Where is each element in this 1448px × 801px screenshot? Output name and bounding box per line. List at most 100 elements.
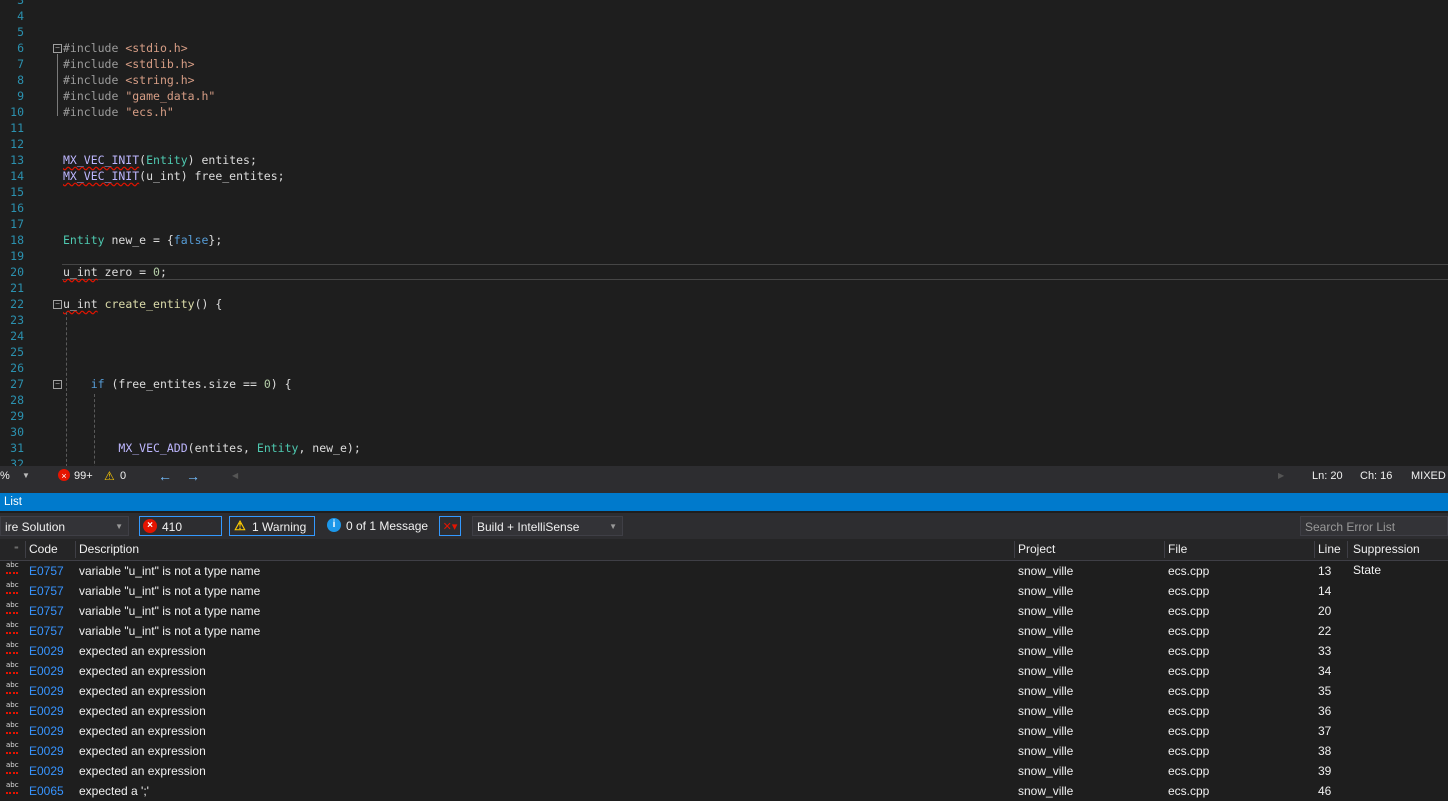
error-project: snow_ville <box>1018 644 1074 658</box>
table-row[interactable]: abc E0757 variable "u_int" is not a type n… <box>0 561 1448 581</box>
column-separator[interactable] <box>1164 541 1165 558</box>
code-line[interactable]: 28 <box>0 392 1448 408</box>
code-line[interactable]: 27 if (free_entites.size == 0) { <box>0 376 1448 392</box>
table-row[interactable]: abc E0065 expected a ';' snow_ville ecs.cpp 4… <box>0 781 1448 801</box>
error-description: expected an expression <box>79 764 206 778</box>
arrow-right-icon[interactable]: → <box>186 466 200 486</box>
table-row[interactable]: abc E0029 expected an expression snow_ville… <box>0 701 1448 721</box>
code-line[interactable]: 15 <box>0 184 1448 200</box>
code-editor[interactable]: 3 4 5 6 #include <stdio.h> 7 #include <stdlib.… <box>0 0 1448 466</box>
code-line[interactable]: 25 <box>0 344 1448 360</box>
error-code-link[interactable]: E0029 <box>29 701 64 721</box>
table-row[interactable]: abc E0029 expected an expression snow_ville… <box>0 681 1448 701</box>
code-line[interactable]: 29 <box>0 408 1448 424</box>
code-line[interactable]: 12 <box>0 136 1448 152</box>
error-code-link[interactable]: E0757 <box>29 581 64 601</box>
code-line[interactable]: 6 #include <stdio.h> <box>0 40 1448 56</box>
code-line[interactable]: 26 <box>0 360 1448 376</box>
scroll-left-icon[interactable]: ◀ <box>232 466 238 486</box>
search-error-list-input[interactable]: Search Error List <box>1300 516 1448 536</box>
table-row[interactable]: abc E0757 variable "u_int" is not a type n… <box>0 581 1448 601</box>
error-code-link[interactable]: E0029 <box>29 761 64 781</box>
code-line[interactable]: 30 <box>0 424 1448 440</box>
error-line: 13 <box>1318 564 1332 578</box>
code-line[interactable]: 16 <box>0 200 1448 216</box>
code-line[interactable]: 9 #include "game_data.h" <box>0 88 1448 104</box>
code-line[interactable]: 19 <box>0 248 1448 264</box>
messages-filter-button[interactable]: i 0 of 1 Message <box>322 516 432 536</box>
column-file[interactable]: File <box>1168 539 1187 560</box>
error-count[interactable]: 99+ <box>74 466 93 486</box>
code-line[interactable]: 8 #include <string.h> <box>0 72 1448 88</box>
table-row[interactable]: abc E0029 expected an expression snow_ville… <box>0 661 1448 681</box>
error-code-link[interactable]: E0029 <box>29 641 64 661</box>
code-line[interactable]: 4 <box>0 8 1448 24</box>
build-source-combo[interactable]: Build + IntelliSense ▼ <box>472 516 623 536</box>
code-line[interactable]: 24 <box>0 328 1448 344</box>
error-project: snow_ville <box>1018 784 1074 798</box>
code-line[interactable]: 21 <box>0 280 1448 296</box>
error-code-link[interactable]: E0029 <box>29 681 64 701</box>
clear-filter-icon[interactable]: ✕▾ <box>439 516 461 536</box>
column-separator[interactable] <box>1314 541 1315 558</box>
code-line[interactable]: 3 <box>0 0 1448 8</box>
error-code-link[interactable]: E0029 <box>29 721 64 741</box>
abc-squiggle-icon: abc <box>6 561 20 574</box>
error-code-link[interactable]: E0029 <box>29 741 64 761</box>
table-row[interactable]: abc E0029 expected an expression snow_ville… <box>0 721 1448 741</box>
line-number: 4 <box>17 9 24 23</box>
error-file: ecs.cpp <box>1168 704 1210 718</box>
scroll-right-icon[interactable]: ▶ <box>1278 466 1284 486</box>
errors-filter-button[interactable]: × 410 Errors <box>139 516 222 554</box>
warnings-filter-button[interactable]: ⚠ 1 Warning <box>229 516 315 536</box>
code-line[interactable]: 11 <box>0 120 1448 136</box>
collapse-icon[interactable]: − <box>53 380 62 389</box>
collapse-icon[interactable]: − <box>53 44 62 53</box>
table-row[interactable]: abc E0029 expected an expression snow_ville… <box>0 761 1448 781</box>
table-row[interactable]: abc E0029 expected an expression snow_ville… <box>0 741 1448 761</box>
error-code-link[interactable]: E0757 <box>29 561 64 581</box>
column-separator[interactable] <box>1014 541 1015 558</box>
table-row[interactable]: abc E0029 expected an expression snow_ville… <box>0 641 1448 661</box>
column-code[interactable]: Code <box>29 539 58 560</box>
code-line[interactable]: 20 u_int zero = 0; <box>0 264 1448 280</box>
code-line[interactable]: 5 <box>0 24 1448 40</box>
column-project[interactable]: Project <box>1018 539 1055 560</box>
code-line[interactable]: 23 <box>0 312 1448 328</box>
line-number: 13 <box>10 153 24 167</box>
column-chooser-icon[interactable]: ⁼ <box>14 539 19 560</box>
chevron-down-icon[interactable]: ▼ <box>22 466 30 486</box>
error-code-link[interactable]: E0757 <box>29 621 64 641</box>
code-line[interactable]: 31 MX_VEC_ADD(entites, Entity, new_e); <box>0 440 1448 456</box>
table-row[interactable]: abc E0757 variable "u_int" is not a type n… <box>0 621 1448 641</box>
code-line[interactable]: 18 Entity new_e = {false}; <box>0 232 1448 248</box>
zoom-level[interactable]: % <box>0 466 10 486</box>
collapse-icon[interactable]: − <box>53 300 62 309</box>
warning-triangle-icon[interactable]: ⚠ <box>104 466 115 486</box>
code-line[interactable]: 10 #include "ecs.h" <box>0 104 1448 120</box>
splitter[interactable] <box>0 486 1448 493</box>
code-line[interactable]: 17 <box>0 216 1448 232</box>
code-line[interactable]: 7 #include <stdlib.h> <box>0 56 1448 72</box>
column-line[interactable]: Line <box>1318 539 1341 560</box>
error-code-link[interactable]: E0029 <box>29 661 64 681</box>
column-description[interactable]: Description <box>79 539 139 560</box>
table-row[interactable]: abc E0757 variable "u_int" is not a type n… <box>0 601 1448 621</box>
code-line[interactable]: 14 MX_VEC_INIT(u_int) free_entites; <box>0 168 1448 184</box>
code-line[interactable]: 22 u_int create_entity() { <box>0 296 1448 312</box>
fold-guide <box>57 54 58 116</box>
error-code-link[interactable]: E0065 <box>29 781 64 801</box>
column-separator[interactable] <box>25 541 26 558</box>
error-line: 22 <box>1318 624 1332 638</box>
error-list-title-bar: List <box>0 493 1448 511</box>
code-line[interactable]: 32 <box>0 456 1448 466</box>
scope-combo[interactable]: ire Solution ▼ <box>0 516 129 536</box>
error-code-link[interactable]: E0757 <box>29 601 64 621</box>
error-circle-icon[interactable]: × <box>58 469 70 481</box>
warning-count[interactable]: 0 <box>120 466 126 486</box>
column-separator[interactable] <box>1347 541 1348 558</box>
code-line[interactable]: 13 MX_VEC_INIT(Entity) entites; <box>0 152 1448 168</box>
line-ending-mode[interactable]: MIXED <box>1411 466 1446 486</box>
column-separator[interactable] <box>75 541 76 558</box>
arrow-left-icon[interactable]: ← <box>158 466 172 486</box>
